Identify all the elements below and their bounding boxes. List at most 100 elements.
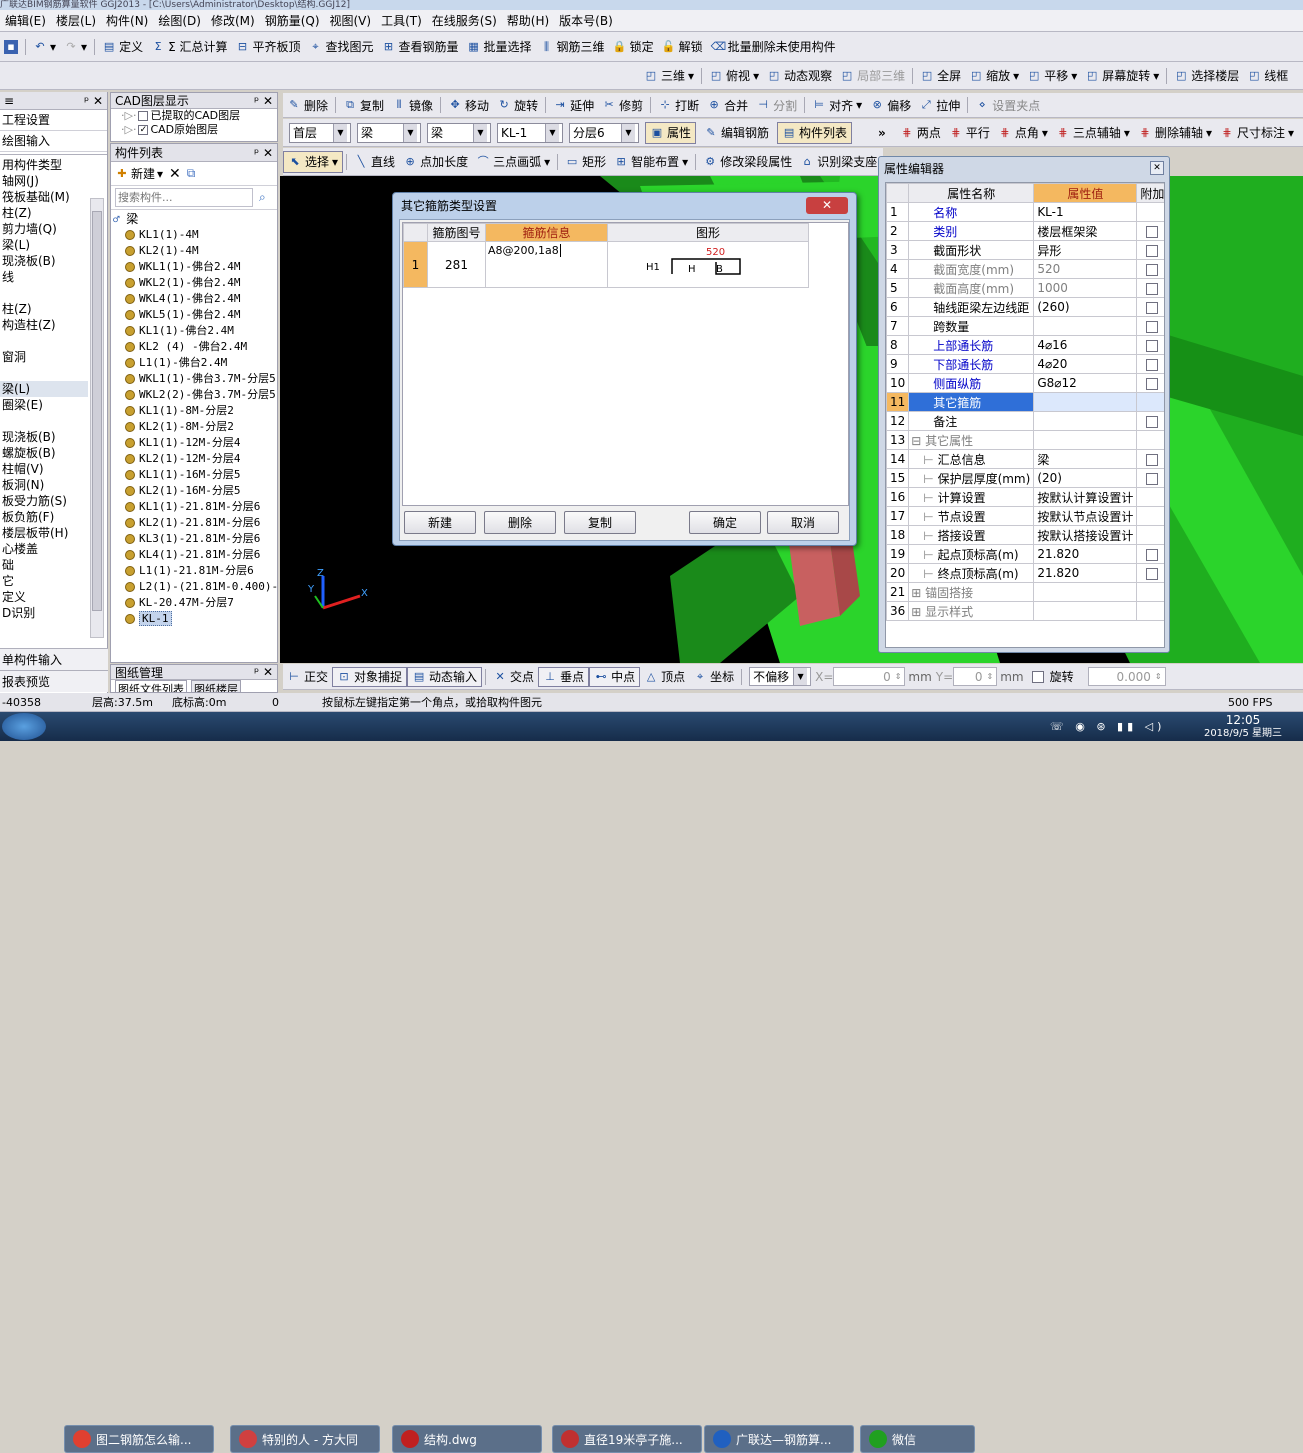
menu-item-5[interactable]: 钢筋量(Q) (260, 10, 325, 31)
menu-item-4[interactable]: 修改(M) (206, 10, 260, 31)
axis-button-5[interactable]: ⋕ 尺寸标注 ▾ (1216, 119, 1298, 146)
undo-icon[interactable]: ↶ ▾ (29, 32, 60, 61)
toolbar-button-8[interactable]: 🔓 解锁 (658, 32, 707, 61)
draw-button-5[interactable]: ⊞ 智能布置 ▾ (610, 148, 692, 175)
view-button-3[interactable]: ◰ 局部三维 (836, 62, 909, 89)
close-icon[interactable]: ✕ (1150, 161, 1164, 175)
list-item[interactable]: WKL1(1)-佛台3.7M-分层5 (111, 371, 277, 387)
stirrup-info-cell[interactable]: A8@200,1a8 (485, 241, 608, 288)
list-item[interactable]: KL2(1)-8M-分层2 (111, 419, 277, 435)
menu-item-1[interactable]: 楼层(L) (51, 10, 101, 31)
menu-item-2[interactable]: 构件(N) (101, 10, 153, 31)
checkbox[interactable] (1146, 377, 1159, 390)
toolbar-button-9[interactable]: ⌫ 批量删除未使用构件 (707, 32, 840, 61)
list-item[interactable]: L1(1)-佛台2.4M (111, 355, 277, 371)
modify-button-6[interactable]: ✂ 修剪 (598, 93, 647, 117)
component-search-input[interactable] (115, 188, 253, 207)
snap-button-3[interactable]: ✕ 交点 (489, 664, 538, 689)
list-item[interactable]: WKL2(2)-佛台3.7M-分层5 (111, 387, 277, 403)
modify-button-11[interactable]: ⊗ 偏移 (866, 93, 915, 117)
toolbar-button-7[interactable]: 🔒 锁定 (609, 32, 658, 61)
property-value[interactable]: 梁 (1033, 449, 1138, 469)
pin-close-icon[interactable]: ᵖ ✕ (254, 146, 273, 160)
toolbar-button-0[interactable]: ▤ 定义 (98, 32, 147, 61)
component-button-2[interactable]: ▤ 构件列表 (777, 121, 853, 144)
property-value[interactable]: 4⌀16 (1033, 335, 1138, 355)
property-row[interactable]: 20 ⊢ 终点顶标高(m) 21.820 (886, 563, 1164, 583)
property-row[interactable]: 21 ⊞ 锚固搭接 (886, 582, 1164, 602)
rotate-input[interactable]: 0.000 ⇕ (1087, 667, 1166, 686)
snap-button-2[interactable]: ▤ 动态输入 (407, 666, 483, 687)
list-item[interactable]: WKL5(1)-佛台2.4M (111, 307, 277, 323)
view-button-9[interactable]: ◰ 线框 (1243, 62, 1292, 89)
snap-button-0[interactable]: ⊢ 正交 (283, 664, 332, 689)
property-value[interactable] (1033, 392, 1138, 412)
x-offset-input[interactable]: 0 ⇕ (833, 667, 906, 686)
dialog-close-button[interactable]: ✕ (806, 196, 848, 214)
modify-button-8[interactable]: ⊕ 合并 (703, 93, 752, 117)
property-value[interactable]: 按默认搭接设置计 (1033, 525, 1138, 545)
table-row[interactable]: 1 281 A8@200,1a8 520 H1 H B (403, 241, 809, 288)
draw-button-6[interactable]: ⚙ 修改梁段属性 (699, 148, 796, 175)
snap-button-6[interactable]: △ 顶点 (640, 664, 689, 689)
property-value[interactable]: 异形 (1033, 240, 1138, 260)
snap-button-4[interactable]: ⊥ 垂点 (538, 666, 590, 687)
checkbox[interactable] (1146, 415, 1159, 428)
nav-item-5[interactable]: 梁(L) (0, 237, 88, 253)
modify-button-3[interactable]: ✥ 移动 (444, 93, 493, 117)
list-item[interactable]: WKL4(1)-佛台2.4M (111, 291, 277, 307)
property-value[interactable] (1033, 316, 1138, 336)
component-select[interactable]: KL-1 ▼ (497, 122, 563, 143)
category-select[interactable]: 梁 ▼ (357, 122, 421, 143)
list-item[interactable]: KL3(1)-21.81M-分层6 (111, 531, 277, 547)
cad-layer-item-1[interactable]: ·▷· ✓ CAD原始图层 (115, 123, 277, 137)
nav-item-16[interactable] (0, 413, 88, 429)
nav-item-23[interactable]: 楼层板带(H) (0, 525, 88, 541)
property-row[interactable]: 5 截面高度(mm) 1000 (886, 278, 1164, 298)
menu-item-10[interactable]: 版本号(B) (554, 10, 618, 31)
property-row[interactable]: 14 ⊢ 汇总信息梁 (886, 449, 1164, 469)
taskbar-item-4[interactable]: 广联达—钢筋算... (704, 1425, 854, 1453)
list-item[interactable]: KL2(1)-12M-分层4 (111, 451, 277, 467)
property-row[interactable]: 9 下部通长筋 4⌀20 (886, 354, 1164, 374)
nav-item-19[interactable]: 柱帽(V) (0, 461, 88, 477)
property-value[interactable]: 21.820 (1033, 563, 1138, 583)
list-item[interactable]: WKL2(1)-佛台2.4M (111, 275, 277, 291)
property-value[interactable]: 楼层框架梁 (1033, 221, 1138, 241)
view-button-5[interactable]: ◰ 缩放 ▾ (965, 62, 1023, 89)
new-button[interactable]: 新建 (404, 511, 476, 534)
property-value[interactable]: (260) (1033, 297, 1138, 317)
offset-select[interactable]: 不偏移 ▼ (749, 667, 812, 686)
taskbar-item-2[interactable]: 结构.dwg (392, 1425, 542, 1453)
view-button-8[interactable]: ◰ 选择楼层 (1170, 62, 1243, 89)
taskbar-item-1[interactable]: 特别的人 - 方大同 (230, 1425, 380, 1453)
delete-icon[interactable]: ✕ (169, 166, 181, 182)
stirrup-code-cell[interactable]: 281 (427, 241, 486, 288)
search-icon[interactable]: ⌕ (259, 190, 266, 205)
drawing-tab-0[interactable]: 图纸文件列表 (115, 680, 187, 692)
modify-button-9[interactable]: ⊣ 分割 (752, 93, 801, 117)
property-row[interactable]: 8 上部通长筋 4⌀16 (886, 335, 1164, 355)
view-button-7[interactable]: ◰ 屏幕旋转 ▾ (1081, 62, 1163, 89)
nav-scrollbar[interactable] (90, 198, 104, 638)
list-item[interactable]: KL-20.47M-分层7 (111, 595, 277, 611)
checkbox[interactable] (138, 111, 149, 121)
copy-button[interactable]: 复制 (564, 511, 636, 534)
checkbox[interactable] (1146, 453, 1159, 466)
nav-item-3[interactable]: 柱(Z) (0, 205, 88, 221)
cancel-button[interactable]: 取消 (767, 511, 839, 534)
draw-button-1[interactable]: ╲ 直线 (350, 148, 399, 175)
property-value[interactable]: 按默认计算设置计 (1033, 487, 1138, 507)
tree-root-beam[interactable]: ♂ 梁 (111, 211, 277, 227)
type-select[interactable]: 梁 ▼ (427, 122, 491, 143)
close-icon[interactable]: ᵖ ✕ (84, 94, 103, 108)
property-row[interactable]: 18 ⊢ 搭接设置 按默认搭接设置计 (886, 525, 1164, 545)
draw-button-2[interactable]: ⊕ 点加长度 (399, 148, 472, 175)
property-row[interactable]: 6 轴线距梁左边线距 (260) (886, 297, 1164, 317)
property-row[interactable]: 10 侧面纵筋 G8⌀12 (886, 373, 1164, 393)
modify-button-5[interactable]: ⇥ 延伸 (549, 93, 598, 117)
modify-button-4[interactable]: ↻ 旋转 (493, 93, 542, 117)
list-item[interactable]: KL1(1)-佛台2.4M (111, 323, 277, 339)
list-item[interactable]: KL2(1)-16M-分层5 (111, 483, 277, 499)
nav-item-21[interactable]: 板受力筋(S) (0, 493, 88, 509)
